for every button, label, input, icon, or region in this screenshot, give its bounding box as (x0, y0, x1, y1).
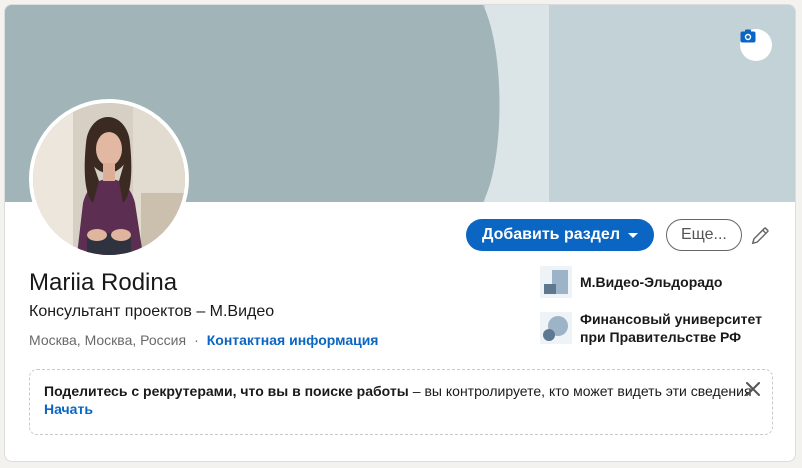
dismiss-open-to-work-button[interactable] (742, 378, 764, 400)
edit-profile-button[interactable] (745, 221, 775, 251)
open-to-work-dash: – (412, 383, 421, 399)
location-row: Москва, Москва, Россия · Контактная информ… (29, 332, 378, 348)
org-name-school: Финансовый университет при Правительстве… (580, 311, 762, 345)
profile-name: Mariia Rodina (29, 269, 178, 296)
caret-down-icon (627, 232, 638, 238)
org-name-company: М.Видео-Эльдорадо (580, 274, 723, 290)
avatar-photo (33, 103, 185, 255)
add-section-label: Добавить раздел (482, 226, 620, 243)
more-button[interactable]: Еще... (665, 219, 742, 251)
profile-actions: Добавить раздел Еще... (466, 219, 742, 251)
open-to-work-title: Поделитесь с рекрутерами, что вы в поиск… (44, 383, 409, 399)
profile-avatar[interactable] (29, 99, 189, 259)
profile-orgs: М.Видео-Эльдорадо Финансовый университет… (540, 266, 780, 358)
edit-banner-button[interactable] (740, 29, 772, 61)
pencil-icon (751, 227, 769, 245)
open-to-work-card: Поделитесь с рекрутерами, что вы в поиск… (29, 369, 773, 435)
profile-location: Москва, Москва, Россия (29, 332, 187, 348)
contact-info-link[interactable]: Контактная информация (207, 332, 379, 348)
company-logo-icon (540, 266, 572, 298)
open-to-work-description: вы контролируете, кто может видеть эти с… (424, 383, 752, 399)
camera-icon (740, 29, 756, 43)
open-to-work-start-link[interactable]: Начать (44, 400, 93, 418)
school-logo-icon (540, 312, 572, 344)
org-item-school[interactable]: Финансовый университет при Правительстве… (540, 310, 780, 346)
separator-dot: · (194, 332, 199, 348)
org-item-company[interactable]: М.Видео-Эльдорадо (540, 266, 780, 298)
open-to-work-text: Поделитесь с рекрутерами, что вы в поиск… (44, 382, 758, 400)
add-section-button[interactable]: Добавить раздел (466, 219, 654, 251)
close-icon (746, 382, 760, 396)
profile-card: Добавить раздел Еще... Mariia Rodina Кон… (4, 4, 796, 462)
profile-headline: Консультант проектов – М.Видео (29, 303, 275, 320)
